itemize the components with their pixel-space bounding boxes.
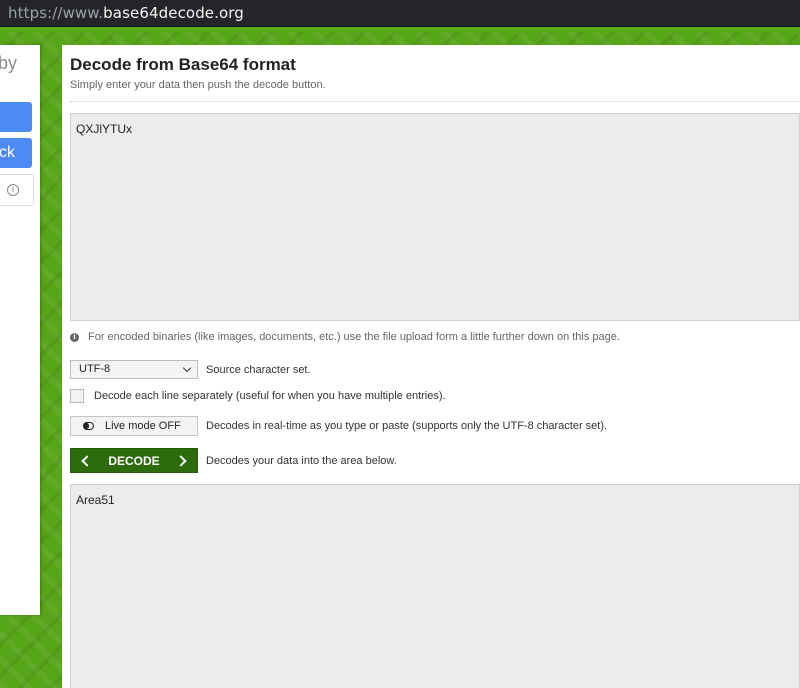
left-overlay-panel: by ck i — [0, 45, 40, 615]
live-mode-label: Live mode OFF — [105, 420, 181, 432]
chevron-left-icon — [81, 454, 93, 467]
decoded-output-textarea[interactable]: Area51 — [70, 484, 800, 688]
left-panel-info-box[interactable]: i — [0, 174, 34, 206]
toggle-icon — [83, 422, 94, 430]
decode-row: DECODE Decodes your data into the area b… — [70, 448, 397, 473]
charset-selected-value: UTF-8 — [79, 363, 111, 375]
left-panel-partial-text: by — [0, 53, 18, 73]
left-panel-button-label: ck — [0, 144, 15, 161]
charset-select[interactable]: UTF-8 — [70, 360, 198, 379]
charset-row: UTF-8 Source character set. — [70, 360, 311, 379]
info-notice: i For encoded binaries (like images, doc… — [70, 331, 620, 343]
divider — [70, 101, 800, 102]
url-protocol: https://www. — [8, 4, 104, 22]
info-notice-text: For encoded binaries (like images, docum… — [88, 331, 620, 343]
left-panel-secondary-button[interactable]: ck — [0, 138, 32, 168]
url-host: base64decode.org — [103, 4, 244, 22]
left-panel-primary-button[interactable] — [0, 102, 32, 132]
info-icon: i — [70, 332, 79, 342]
decode-description: Decodes your data into the area below. — [206, 454, 397, 467]
separate-lines-checkbox[interactable] — [70, 389, 84, 403]
live-mode-row: Live mode OFF Decodes in real-time as yo… — [70, 416, 607, 436]
decode-button[interactable]: DECODE — [70, 448, 198, 473]
separate-lines-label[interactable]: Decode each line separately (useful for … — [94, 390, 446, 402]
info-icon: i — [7, 184, 19, 196]
decode-button-label: DECODE — [108, 453, 160, 468]
url-text[interactable]: https://www.base64decode.org — [8, 4, 244, 22]
page-title: Decode from Base64 format — [70, 55, 296, 74]
decoder-card: Decode from Base64 format Simply enter y… — [62, 45, 800, 688]
chevron-right-icon — [175, 454, 187, 467]
live-mode-description: Decodes in real-time as you type or past… — [206, 420, 608, 432]
base64-input-textarea[interactable]: QXJlYTUx — [70, 113, 800, 321]
separate-lines-row: Decode each line separately (useful for … — [70, 389, 446, 403]
live-mode-toggle-button[interactable]: Live mode OFF — [70, 416, 198, 436]
charset-label: Source character set. — [206, 363, 311, 376]
chevron-down-icon — [182, 363, 192, 373]
page-subtitle: Simply enter your data then push the dec… — [70, 79, 326, 91]
browser-url-bar[interactable]: https://www.base64decode.org — [0, 0, 800, 27]
